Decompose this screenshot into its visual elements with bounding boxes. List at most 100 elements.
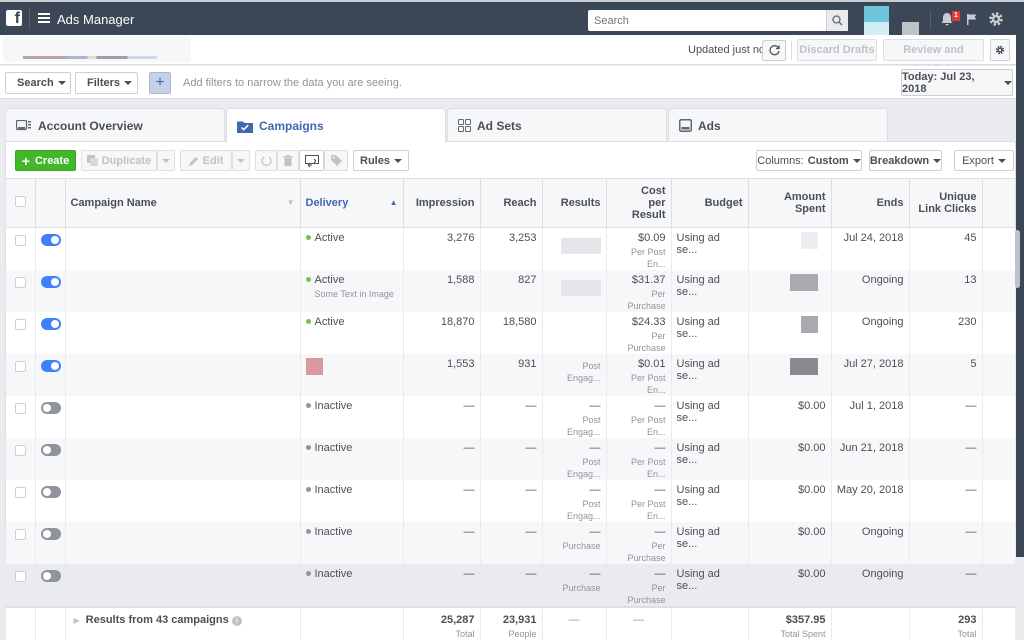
summary-spent-label: Total Spent: [780, 628, 826, 639]
select-all-checkbox[interactable]: [14, 195, 26, 207]
campaign-toggle[interactable]: [40, 443, 61, 456]
gear-icon[interactable]: [988, 11, 1004, 27]
header-campaign-name[interactable]: Campaign Name ▼: [65, 179, 301, 228]
campaign-toggle[interactable]: [40, 233, 61, 246]
results-cell: — Purchase: [542, 521, 607, 564]
spacer-cell: [982, 311, 1016, 354]
duplicate-button[interactable]: Duplicate: [81, 150, 157, 171]
impressions-value: 1,553: [446, 357, 475, 370]
columns-button[interactable]: Columns: Custom: [756, 150, 862, 171]
amount-spent-cell: $0.00: [748, 437, 832, 480]
tab-campaigns[interactable]: Campaigns: [226, 108, 446, 143]
campaign-toggle[interactable]: [40, 317, 61, 330]
header-amount-spent[interactable]: Amount Spent: [748, 179, 832, 228]
duplicate-dropdown[interactable]: [157, 150, 175, 171]
filters-button[interactable]: Filters: [75, 72, 138, 94]
campaign-toggle[interactable]: [40, 275, 61, 288]
table-row[interactable]: Inactive — — — Post Engag... — Per Post En... U…: [6, 395, 1016, 438]
table-row[interactable]: Inactive — — — Purchase — Per Purchase Using ad…: [6, 563, 1016, 607]
row-checkbox[interactable]: [14, 276, 26, 288]
campaign-name-cell[interactable]: [65, 563, 301, 607]
summary-empty: [982, 605, 1016, 640]
settings-button[interactable]: [990, 39, 1010, 61]
info-icon[interactable]: i: [231, 615, 242, 626]
header-reach[interactable]: Reach: [480, 179, 543, 228]
select-cell: [6, 563, 36, 607]
campaign-name-cell[interactable]: [65, 269, 301, 312]
row-checkbox[interactable]: [14, 234, 26, 246]
campaign-name-cell[interactable]: [65, 227, 301, 270]
impressions-cell: 1,588: [403, 269, 481, 312]
campaign-name-cell[interactable]: [65, 311, 301, 354]
row-checkbox[interactable]: [14, 360, 26, 372]
table-row[interactable]: Inactive — — — Post Engag... — Per Post En... U…: [6, 479, 1016, 522]
campaign-toggle[interactable]: [40, 401, 61, 414]
header-unique-link-clicks[interactable]: Unique Link Clicks: [909, 179, 983, 228]
table-row[interactable]: Inactive — — — Post Engag... — Per Post En... U…: [6, 437, 1016, 480]
search-filter-button[interactable]: Search: [5, 72, 71, 94]
ab-test-button[interactable]: [299, 150, 324, 171]
budget-value: Using ad se...: [676, 315, 720, 340]
search-input[interactable]: [588, 10, 824, 31]
facebook-logo-icon[interactable]: f: [6, 10, 22, 27]
header-results[interactable]: Results: [542, 179, 607, 228]
refresh-button[interactable]: [762, 40, 786, 61]
row-checkbox[interactable]: [14, 318, 26, 330]
search-button[interactable]: [826, 10, 848, 31]
cost-per-result-cell: — Per Purchase: [606, 521, 672, 564]
cost-per-result-type: Per Purchase: [627, 540, 666, 563]
create-button[interactable]: + Create: [15, 150, 76, 171]
table-row[interactable]: Active Some Text in Image 1,588 827 $31.37 Pe…: [6, 269, 1016, 312]
tab-ad-sets[interactable]: Ad Sets: [447, 108, 667, 142]
table-row[interactable]: 1,553 931 Post Engag... $0.01 Per Post En...…: [6, 353, 1016, 396]
campaign-toggle[interactable]: [40, 527, 61, 540]
header-budget[interactable]: Budget: [671, 179, 749, 228]
header-delivery[interactable]: Delivery ▲: [300, 179, 404, 228]
header-label: Impression: [415, 196, 475, 209]
cost-per-result-type: Per Post En...: [630, 372, 666, 395]
tab-account-overview[interactable]: Account Overview: [5, 108, 225, 142]
header-cost-per-result[interactable]: Cost per Result: [606, 179, 672, 228]
export-button[interactable]: Export: [954, 150, 1014, 171]
row-checkbox[interactable]: [14, 444, 26, 456]
campaign-toggle[interactable]: [40, 485, 61, 498]
duplicate-icon: [86, 155, 98, 166]
row-checkbox[interactable]: [14, 528, 26, 540]
add-filter-button[interactable]: +: [149, 72, 171, 94]
rules-button[interactable]: Rules: [353, 150, 409, 171]
cost-per-result-type: Per Post En...: [630, 456, 666, 479]
toggle-cell: [35, 521, 66, 564]
table-scrollbar[interactable]: [1015, 230, 1020, 288]
table-row[interactable]: Active 18,870 18,580 $24.33 Per Purchase Usin…: [6, 311, 1016, 354]
breakdown-button[interactable]: Breakdown: [869, 150, 942, 171]
campaign-toggle[interactable]: [40, 569, 61, 582]
edit-dropdown[interactable]: [232, 150, 250, 171]
results-type: Post Engag...: [566, 498, 601, 521]
flag-icon[interactable]: [966, 13, 978, 26]
date-range-button[interactable]: Today: Jul 23, 2018: [901, 69, 1013, 96]
table-row[interactable]: Inactive — — — Purchase — Per Purchase Using ad…: [6, 521, 1016, 564]
cost-per-result-value: $24.33: [631, 315, 666, 328]
row-checkbox[interactable]: [14, 486, 26, 498]
account-selector[interactable]: [3, 37, 191, 62]
row-checkbox[interactable]: [14, 570, 26, 582]
header-impressions[interactable]: Impression: [403, 179, 481, 228]
delete-button[interactable]: [277, 150, 299, 171]
campaign-name-cell[interactable]: [65, 395, 301, 438]
edit-button[interactable]: Edit: [180, 150, 232, 171]
summary-label-cell[interactable]: ▶ Results from 43 campaigns i: [65, 605, 301, 640]
hamburger-menu-icon[interactable]: [38, 13, 50, 23]
tab-ads[interactable]: Ads: [668, 108, 888, 142]
campaign-name-cell[interactable]: [65, 479, 301, 522]
review-publish-button[interactable]: Review and Publish: [883, 39, 984, 76]
campaign-toggle[interactable]: [40, 359, 61, 372]
tag-button[interactable]: [324, 150, 348, 171]
header-ends[interactable]: Ends: [831, 179, 910, 228]
campaign-name-cell[interactable]: [65, 353, 301, 396]
campaign-name-cell[interactable]: [65, 437, 301, 480]
table-row[interactable]: Active 3,276 3,253 $0.09 Per Post En... Using…: [6, 227, 1016, 270]
revert-button[interactable]: [255, 150, 277, 171]
campaign-name-cell[interactable]: [65, 521, 301, 564]
row-checkbox[interactable]: [14, 402, 26, 414]
discard-drafts-button[interactable]: Discard Drafts: [797, 39, 877, 61]
